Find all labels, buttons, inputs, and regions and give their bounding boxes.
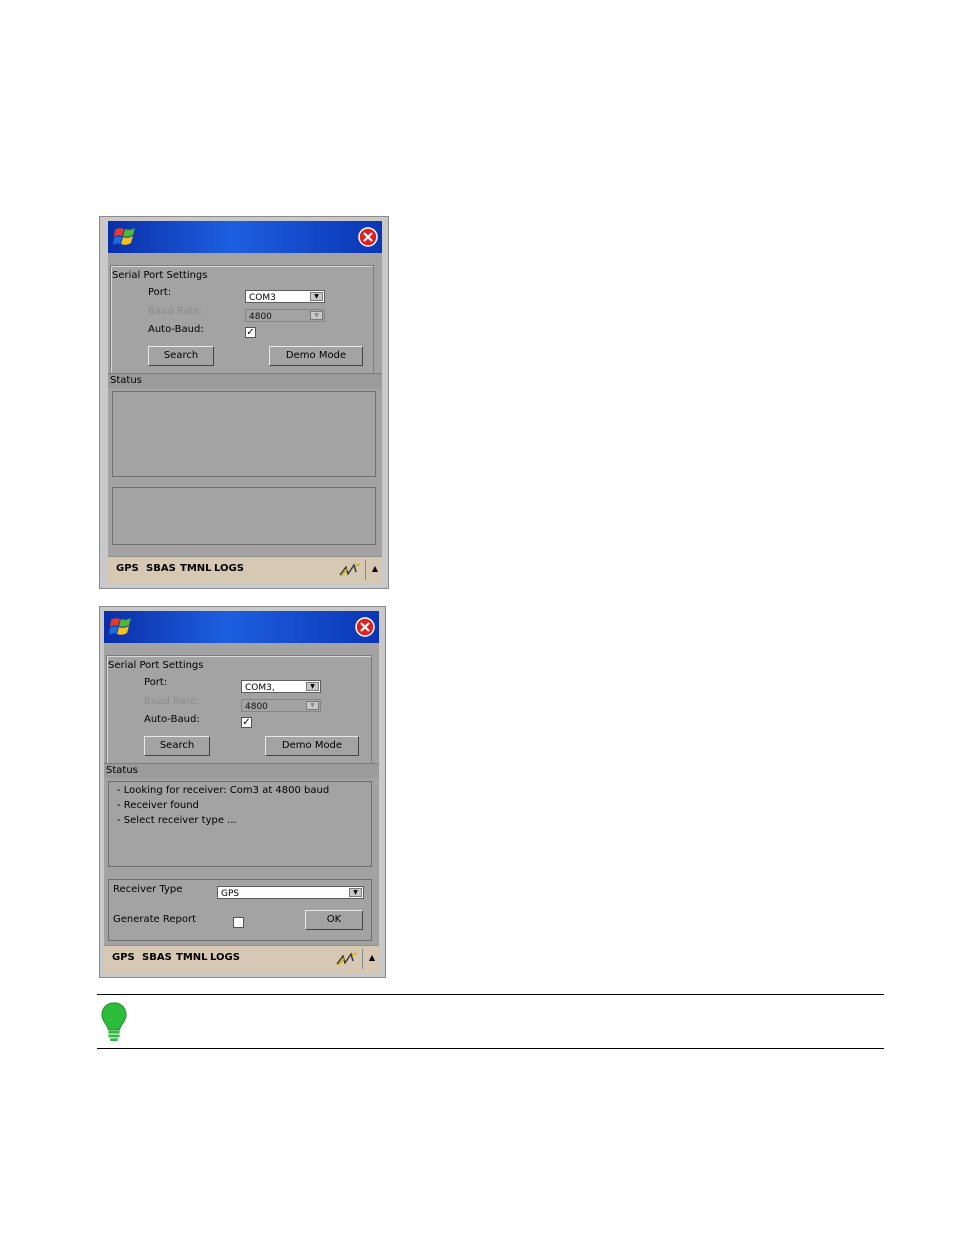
status-line: - Receiver found <box>117 800 199 811</box>
demo-mode-button[interactable]: Demo Mode <box>265 736 359 756</box>
serial-port-settings-heading: Serial Port Settings <box>112 270 208 281</box>
baud-rate-value: 4800 <box>245 702 268 712</box>
menu-gps[interactable]: GPS <box>116 563 139 574</box>
auto-baud-label: Auto-Baud: <box>148 324 204 335</box>
auto-baud-checkbox[interactable]: ✓ <box>245 327 256 338</box>
status-label: Status <box>106 765 138 776</box>
status-header: Status <box>104 763 379 778</box>
close-icon[interactable] <box>355 617 375 637</box>
auto-baud-label: Auto-Baud: <box>144 714 200 725</box>
status-box <box>112 391 376 477</box>
pocketpc-window: Serial Port Settings Port: COM3, ▼ Baud … <box>104 611 379 973</box>
screenshot-2: Serial Port Settings Port: COM3, ▼ Baud … <box>99 606 386 978</box>
chevron-down-icon: ▼ <box>306 701 319 710</box>
baud-rate-value: 4800 <box>249 312 272 322</box>
windows-flag-icon[interactable] <box>108 614 134 640</box>
divider <box>365 560 366 580</box>
close-icon[interactable] <box>358 227 378 247</box>
port-combo[interactable]: COM3, ▼ <box>241 680 321 693</box>
menu-bar: GPS SBAS TMNL LOGS ▲ <box>104 945 379 973</box>
windows-flag-icon[interactable] <box>112 224 138 250</box>
connectivity-icon[interactable] <box>338 562 362 578</box>
up-arrow-icon[interactable]: ▲ <box>369 953 375 962</box>
baud-rate-combo: 4800 ▼ <box>241 699 321 712</box>
title-bar <box>108 221 382 253</box>
baud-rate-label: Baud Rate: <box>144 696 200 707</box>
menu-sbas[interactable]: SBAS <box>142 952 172 963</box>
search-button[interactable]: Search <box>144 736 210 756</box>
connectivity-icon[interactable] <box>335 951 359 967</box>
lower-panel <box>112 487 376 545</box>
port-combo[interactable]: COM3 ▼ <box>245 290 325 303</box>
search-button[interactable]: Search <box>148 346 214 366</box>
divider <box>362 949 363 969</box>
menu-gps[interactable]: GPS <box>112 952 135 963</box>
menu-tmnl[interactable]: TMNL <box>180 563 212 574</box>
lightbulb-icon <box>101 1002 127 1042</box>
chevron-down-icon[interactable]: ▼ <box>306 682 319 691</box>
port-label: Port: <box>148 287 172 298</box>
menu-tmnl[interactable]: TMNL <box>176 952 208 963</box>
baud-rate-label: Baud Rate: <box>148 306 204 317</box>
menu-bar: GPS SBAS TMNL LOGS ▲ <box>108 556 382 584</box>
demo-mode-button[interactable]: Demo Mode <box>269 346 363 366</box>
menu-logs[interactable]: LOGS <box>214 563 244 574</box>
receiver-type-value: GPS <box>221 889 240 899</box>
status-header: Status <box>108 373 382 388</box>
port-label: Port: <box>144 677 168 688</box>
port-value: COM3, <box>245 683 275 693</box>
chevron-down-icon: ▼ <box>310 311 323 320</box>
receiver-type-label: Receiver Type <box>113 884 183 895</box>
receiver-panel: Receiver Type GPS ▼ Generate Report OK <box>108 879 372 941</box>
screenshot-1: Serial Port Settings Port: COM3 ▼ Baud R… <box>99 216 389 589</box>
ok-button[interactable]: OK <box>305 910 363 930</box>
status-label: Status <box>110 375 142 386</box>
tip-note <box>97 994 884 1049</box>
divider <box>97 994 884 995</box>
port-value: COM3 <box>249 293 276 303</box>
divider <box>97 1048 884 1049</box>
menu-logs[interactable]: LOGS <box>210 952 240 963</box>
generate-report-label: Generate Report <box>113 914 197 925</box>
status-line: - Looking for receiver: Com3 at 4800 bau… <box>117 785 330 796</box>
generate-report-checkbox[interactable] <box>233 917 244 928</box>
chevron-down-icon[interactable]: ▼ <box>349 888 362 897</box>
title-bar <box>104 611 379 643</box>
menu-sbas[interactable]: SBAS <box>146 563 176 574</box>
status-line: - Select receiver type ... <box>117 815 237 826</box>
chevron-down-icon[interactable]: ▼ <box>310 292 323 301</box>
receiver-type-combo[interactable]: GPS ▼ <box>217 886 364 899</box>
baud-rate-combo: 4800 ▼ <box>245 309 325 322</box>
pocketpc-window: Serial Port Settings Port: COM3 ▼ Baud R… <box>108 221 382 584</box>
status-box: - Looking for receiver: Com3 at 4800 bau… <box>108 781 372 867</box>
up-arrow-icon[interactable]: ▲ <box>372 564 378 573</box>
serial-port-settings-heading: Serial Port Settings <box>108 660 204 671</box>
auto-baud-checkbox[interactable]: ✓ <box>241 717 252 728</box>
